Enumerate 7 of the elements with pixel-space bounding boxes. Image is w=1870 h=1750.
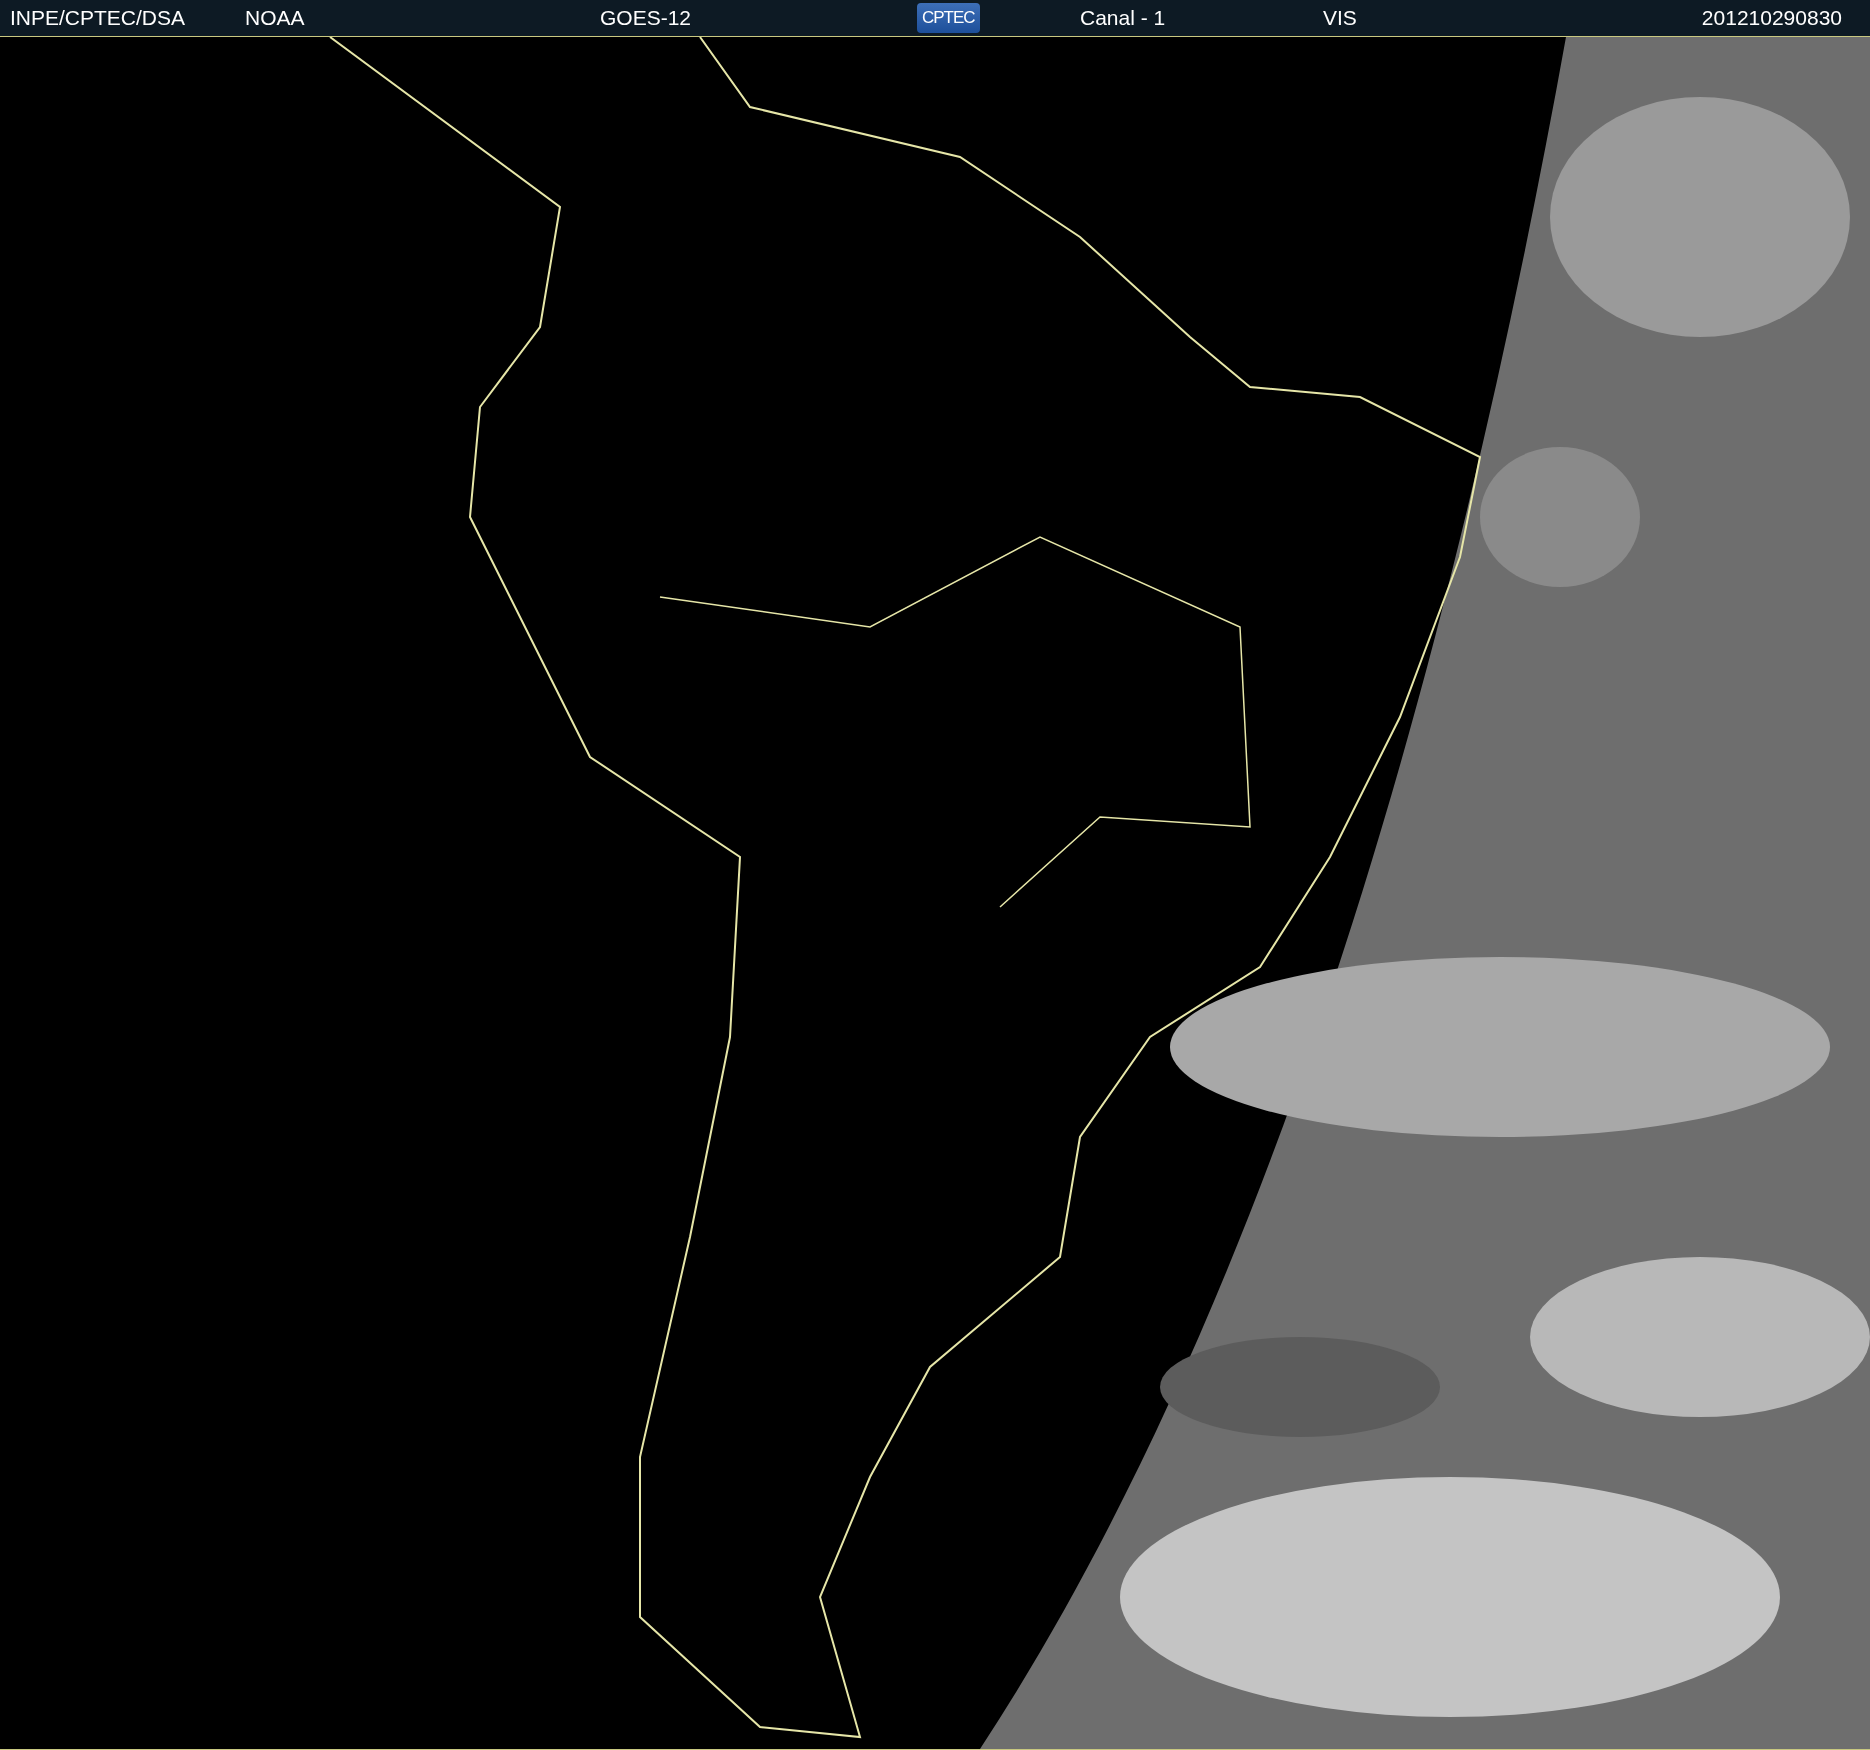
band-label: VIS [1323, 6, 1357, 30]
channel-label: Canal - 1 [1080, 6, 1166, 30]
timestamp-label: 201210290830 [1701, 6, 1842, 30]
satellite-label: GOES-12 [600, 6, 692, 30]
source-label: INPE/CPTEC/DSA [10, 6, 186, 30]
header-logo: CPTEC [917, 3, 980, 33]
agency-label: NOAA [245, 6, 305, 30]
